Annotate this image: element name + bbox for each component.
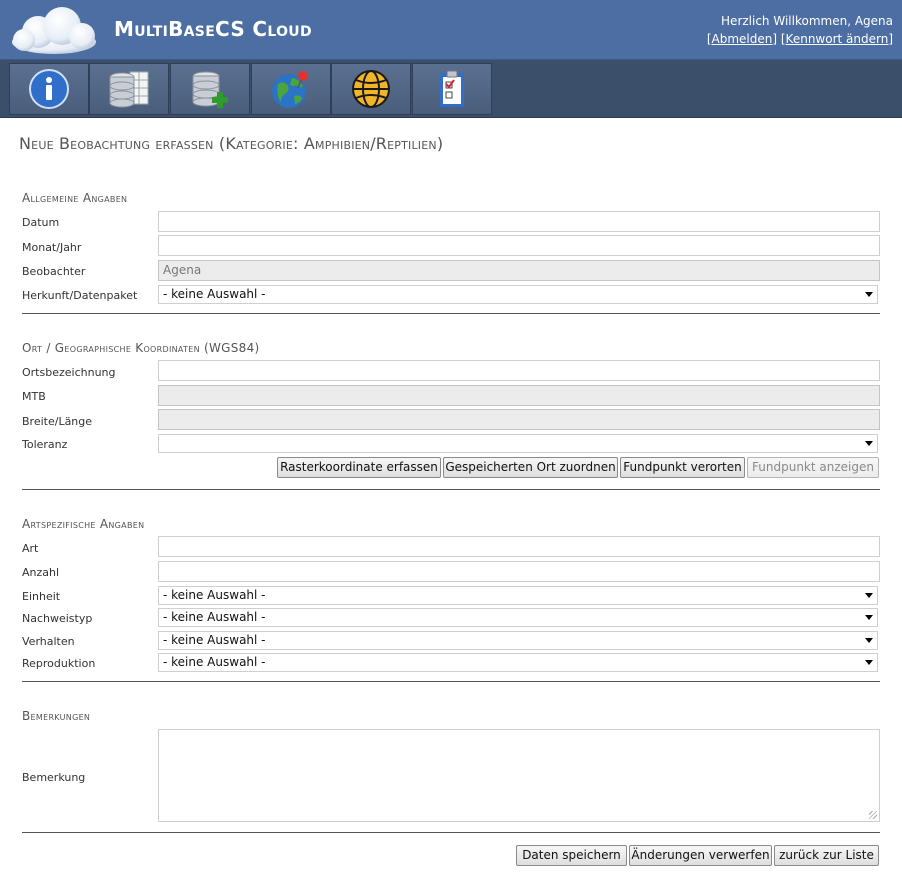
nachweistyp-selected-value: - keine Auswahl - xyxy=(163,610,266,624)
verhalten-label: Verhalten xyxy=(22,635,75,648)
database-add-button[interactable] xyxy=(170,63,250,115)
art-field[interactable] xyxy=(158,536,880,557)
mtb-field xyxy=(158,385,880,406)
nachweistyp-label: Nachweistyp xyxy=(22,612,93,625)
rasterkoordinate-button[interactable]: Rasterkoordinate erfassen xyxy=(277,457,441,478)
monat-jahr-field[interactable] xyxy=(158,235,880,256)
section-title-location: Ort / Geographische Koordinaten (WGS84) xyxy=(22,341,260,355)
section-title-species: Artspezifische Angaben xyxy=(22,517,145,531)
datum-field[interactable] xyxy=(158,211,880,232)
cloud-logo-icon xyxy=(12,7,96,54)
fundpunkt-anzeigen-button: Fundpunkt anzeigen xyxy=(747,457,879,478)
anzahl-field[interactable] xyxy=(158,561,880,582)
reproduktion-selected-value: - keine Auswahl - xyxy=(163,655,266,669)
discard-changes-button[interactable]: Änderungen verwerfen xyxy=(629,845,772,866)
back-to-list-button[interactable]: zurück zur Liste xyxy=(774,845,879,866)
herkunft-selected-value: - keine Auswahl - xyxy=(163,287,266,301)
ortsbezeichnung-field[interactable] xyxy=(158,360,880,381)
reproduktion-select[interactable]: - keine Auswahl - xyxy=(158,653,878,672)
art-label: Art xyxy=(22,542,39,555)
breite-laenge-field xyxy=(158,409,880,430)
info-icon xyxy=(29,69,69,109)
welcome-text: Herzlich Willkommen, Agena xyxy=(721,14,893,28)
toleranz-label: Toleranz xyxy=(22,438,68,451)
globe-grid-icon xyxy=(352,70,390,108)
database-add-icon xyxy=(192,71,228,108)
resize-grip-icon[interactable] xyxy=(869,811,877,819)
section-title-general: Allgemeine Angaben xyxy=(22,191,128,205)
ortsbezeichnung-label: Ortsbezeichnung xyxy=(22,366,116,379)
chevron-down-icon xyxy=(865,593,873,598)
verhalten-select[interactable]: - keine Auswahl - xyxy=(158,631,878,650)
chevron-down-icon xyxy=(865,615,873,620)
chevron-down-icon xyxy=(865,292,873,297)
toleranz-select[interactable] xyxy=(158,434,878,453)
section-divider xyxy=(22,313,880,314)
globe-grid-button[interactable] xyxy=(331,63,411,115)
chevron-down-icon xyxy=(865,638,873,643)
reproduktion-label: Reproduktion xyxy=(22,657,96,670)
database-table-button[interactable] xyxy=(89,63,169,115)
breite-laenge-label: Breite/Länge xyxy=(22,415,93,428)
herkunft-label: Herkunft/Datenpaket xyxy=(22,289,138,302)
section-divider xyxy=(22,489,880,490)
chevron-down-icon xyxy=(865,660,873,665)
verhalten-selected-value: - keine Auswahl - xyxy=(163,633,266,647)
app-title: MultiBaseCS Cloud xyxy=(114,17,312,41)
globe-pin-icon xyxy=(272,71,308,108)
einheit-label: Einheit xyxy=(22,590,61,603)
app-header: MultiBaseCS Cloud Herzlich Willkommen, A… xyxy=(0,0,902,60)
anzahl-label: Anzahl xyxy=(22,566,60,579)
bemerkung-label: Bemerkung xyxy=(22,771,86,784)
herkunft-select[interactable]: - keine Auswahl - xyxy=(158,285,878,304)
page-title: Neue Beobachtung erfassen (Kategorie: Am… xyxy=(19,134,444,153)
database-table-icon xyxy=(109,71,149,108)
einheit-selected-value: - keine Auswahl - xyxy=(163,588,266,602)
main-toolbar xyxy=(0,60,902,118)
bemerkung-textarea[interactable] xyxy=(158,729,880,822)
globe-pin-button[interactable] xyxy=(251,63,331,115)
clipboard-checklist-icon xyxy=(440,70,464,107)
beobachter-field: Agena xyxy=(158,260,880,281)
nachweistyp-select[interactable]: - keine Auswahl - xyxy=(158,608,878,627)
welcome-area: Herzlich Willkommen, Agena [Abmelden] [K… xyxy=(707,12,893,48)
logout-link[interactable]: [Abmelden] xyxy=(707,32,777,46)
save-button[interactable]: Daten speichern xyxy=(516,845,627,866)
clipboard-checklist-button[interactable] xyxy=(412,63,492,115)
section-title-remarks: Bemerkungen xyxy=(22,709,91,723)
info-button[interactable] xyxy=(9,63,89,115)
section-divider xyxy=(22,681,880,682)
einheit-select[interactable]: - keine Auswahl - xyxy=(158,586,878,605)
chevron-down-icon xyxy=(865,441,873,446)
mtb-label: MTB xyxy=(22,390,46,403)
fundpunkt-verorten-button[interactable]: Fundpunkt verorten xyxy=(620,457,745,478)
datum-label: Datum xyxy=(22,216,60,229)
section-divider xyxy=(22,832,880,833)
beobachter-label: Beobachter xyxy=(22,265,86,278)
gespeicherten-ort-button[interactable]: Gespeicherten Ort zuordnen xyxy=(443,457,618,478)
change-password-link[interactable]: [Kennwort ändern] xyxy=(781,32,893,46)
monat-jahr-label: Monat/Jahr xyxy=(22,241,82,254)
